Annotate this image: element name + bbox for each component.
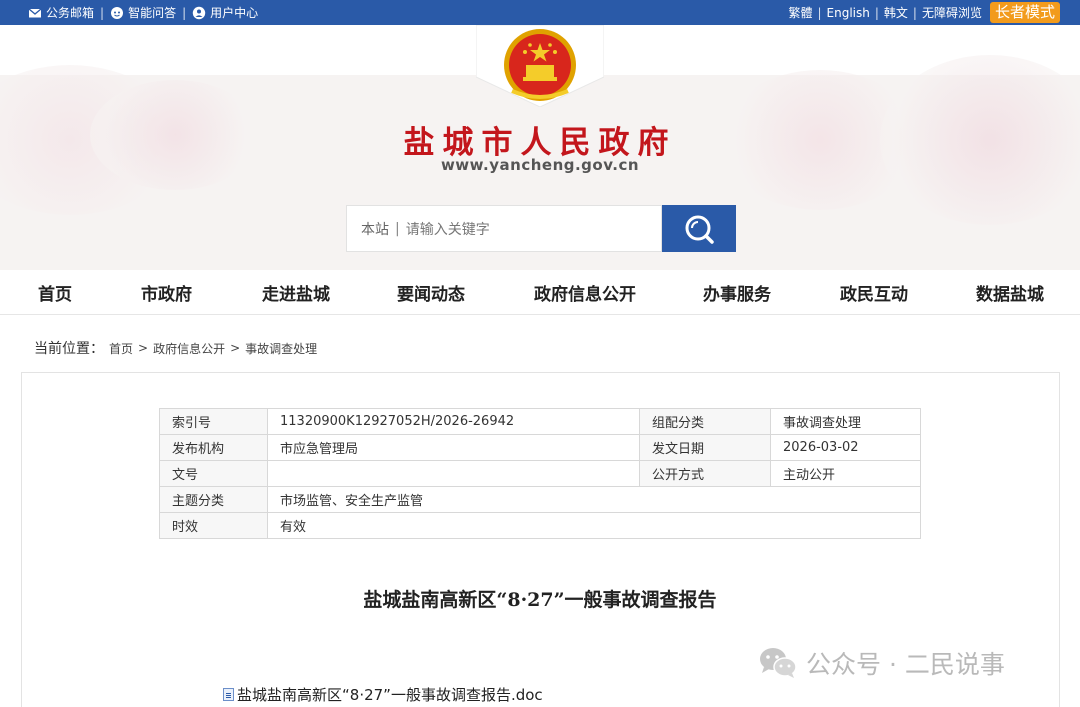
nav-services[interactable]: 办事服务 <box>703 280 771 305</box>
validity-label: 时效 <box>159 512 268 539</box>
category-value: 事故调查处理 <box>770 408 921 435</box>
nav-city-government[interactable]: 市政府 <box>141 280 192 305</box>
nav-government-info[interactable]: 政府信息公开 <box>534 280 636 305</box>
nav-data-yancheng[interactable]: 数据盐城 <box>976 280 1044 305</box>
disclosure-method-label: 公开方式 <box>639 460 771 487</box>
nav-about-yancheng[interactable]: 走进盐城 <box>262 280 330 305</box>
table-row: 主题分类 市场监管、安全生产监管 <box>159 486 921 513</box>
topic-label: 主题分类 <box>159 486 268 513</box>
top-utility-bar: 公务邮箱 | 智能问答 | 用户中心 繁體 | English | 韩文 | 无… <box>0 0 1080 25</box>
watermark: 公众号 · 二民说事 <box>758 645 1005 681</box>
search-button[interactable] <box>662 205 736 252</box>
breadcrumb-government-info[interactable]: 政府信息公开 <box>153 340 225 357</box>
separator: | <box>817 5 822 20</box>
separator: | <box>100 5 105 20</box>
index-label: 索引号 <box>159 408 268 435</box>
mail-link[interactable]: 公务邮箱 <box>28 4 94 21</box>
attachment-filename[interactable]: 盐城盐南高新区“8·27”一般事故调查报告.doc <box>237 684 543 705</box>
wechat-icon <box>760 648 797 678</box>
table-row: 发布机构 市应急管理局 发文日期 2026-03-02 <box>159 434 921 461</box>
validity-value: 有效 <box>267 512 921 539</box>
search-bar: 本站 | 请输入关键字 <box>346 205 736 252</box>
category-label: 组配分类 <box>639 408 771 435</box>
search-placeholder: 请输入关键字 <box>405 221 490 238</box>
smart-qa-label: 智能问答 <box>128 6 177 20</box>
breadcrumb-home[interactable]: 首页 <box>109 340 133 357</box>
search-icon <box>685 215 714 244</box>
user-center-link[interactable]: 用户中心 <box>192 4 258 21</box>
breadcrumb-separator: > <box>138 341 149 355</box>
doc-number-value <box>267 460 640 487</box>
main-navigation: 首页 市政府 走进盐城 要闻动态 政府信息公开 办事服务 政民互动 数据盐城 <box>0 270 1080 315</box>
nav-home[interactable]: 首页 <box>38 280 72 305</box>
article-title: 盐城盐南高新区“8·27”一般事故调查报告 <box>363 589 717 611</box>
breadcrumb-label: 当前位置： <box>34 341 104 357</box>
top-bar-left-links: 公务邮箱 | 智能问答 | 用户中心 <box>28 0 258 25</box>
traditional-chinese-link[interactable]: 繁體 <box>788 4 812 21</box>
date-label: 发文日期 <box>639 434 771 461</box>
attachment-link[interactable]: 盐城盐南高新区“8·27”一般事故调查报告.doc <box>223 684 543 705</box>
english-link[interactable]: English <box>827 6 870 20</box>
smart-qa-link[interactable]: 智能问答 <box>110 4 176 21</box>
korean-link[interactable]: 韩文 <box>884 4 908 21</box>
national-emblem-icon <box>475 25 605 108</box>
issuer-value: 市应急管理局 <box>267 434 640 461</box>
site-url: www.yancheng.gov.cn <box>440 156 640 174</box>
top-bar-right-links: 繁體 | English | 韩文 | 无障碍浏览 长者模式 <box>788 0 1060 25</box>
issuer-label: 发布机构 <box>159 434 268 461</box>
mail-icon <box>28 8 42 17</box>
mail-label: 公务邮箱 <box>46 6 95 20</box>
search-scope[interactable]: 本站 <box>361 219 389 239</box>
nav-interaction[interactable]: 政民互动 <box>840 280 908 305</box>
table-row: 索引号 11320900K12927052H/2026-26942 组配分类 事… <box>159 408 921 435</box>
separator: | <box>874 5 879 20</box>
user-center-label: 用户中心 <box>210 6 259 20</box>
separator: | <box>182 5 187 20</box>
separator: | <box>912 5 917 20</box>
breadcrumb: 当前位置： 首页 > 政府信息公开 > 事故调查处理 <box>34 338 317 358</box>
doc-number-label: 文号 <box>159 460 268 487</box>
nav-news[interactable]: 要闻动态 <box>397 280 465 305</box>
elder-mode-button[interactable]: 长者模式 <box>989 2 1060 23</box>
search-divider: | <box>395 220 400 237</box>
breadcrumb-accident-investigation[interactable]: 事故调查处理 <box>245 340 317 357</box>
watermark-text: 公众号 · 二民说事 <box>806 650 1005 679</box>
table-row: 时效 有效 <box>159 512 921 539</box>
document-metadata-table: 索引号 11320900K12927052H/2026-26942 组配分类 事… <box>159 408 921 539</box>
accessibility-link[interactable]: 无障碍浏览 <box>922 4 982 21</box>
search-input[interactable]: 本站 | 请输入关键字 <box>346 205 662 252</box>
index-value: 11320900K12927052H/2026-26942 <box>267 408 640 435</box>
topic-value: 市场监管、安全生产监管 <box>267 486 921 513</box>
disclosure-method-value: 主动公开 <box>770 460 921 487</box>
header-banner: 盐城市人民政府 www.yancheng.gov.cn 本站 | 请输入关键字 <box>0 25 1080 270</box>
date-value: 2026-03-02 <box>770 434 921 461</box>
smart-qa-icon <box>111 6 124 19</box>
table-row: 文号 公开方式 主动公开 <box>159 460 921 487</box>
breadcrumb-separator: > <box>230 341 241 355</box>
word-doc-icon <box>223 688 234 701</box>
user-center-icon <box>192 6 206 19</box>
